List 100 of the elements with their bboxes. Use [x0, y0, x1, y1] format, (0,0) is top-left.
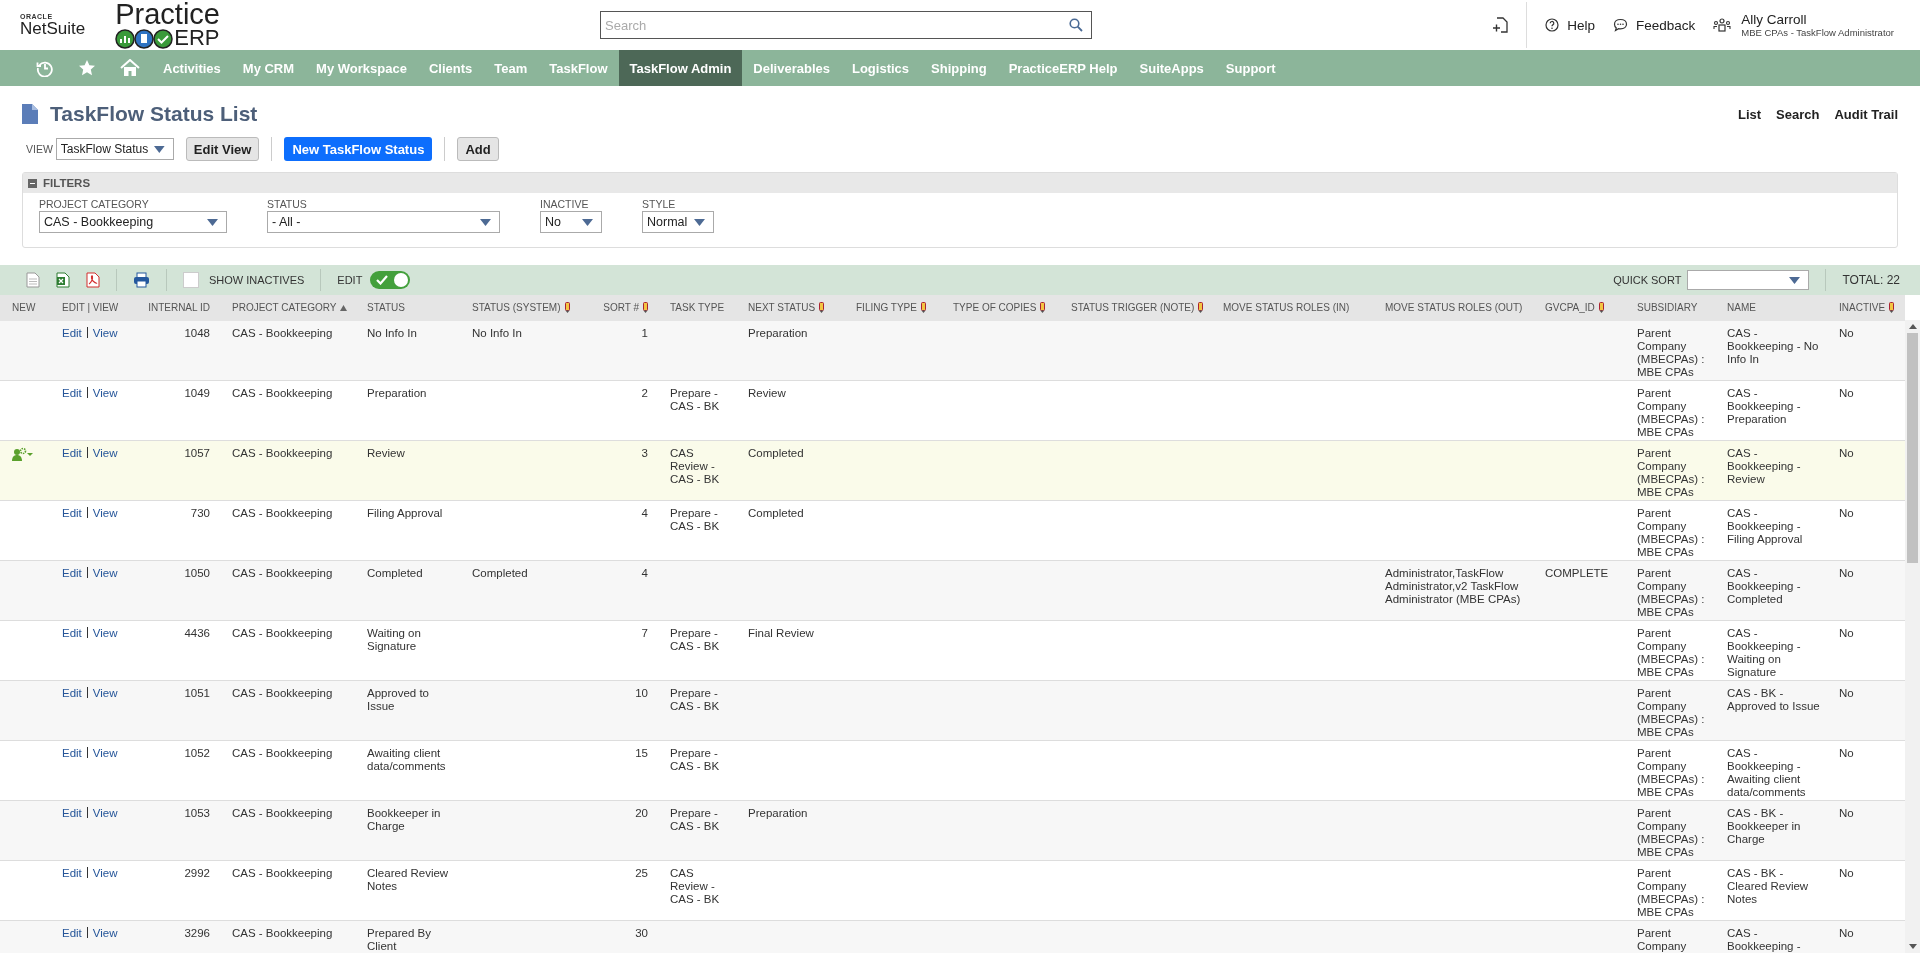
edit-link[interactable]: Edit: [62, 327, 82, 339]
column-label[interactable]: STATUS (SYSTEM): [472, 302, 561, 313]
edit-link[interactable]: Edit: [62, 927, 82, 939]
table-row[interactable]: Edit View 1049 CAS - Bookkeeping Preparation 2 Prepare - CAS - BK Review Parent Company (MBECPAs) : MBE CPAs CAS - Bookkeeping - Preparation No: [0, 380, 1905, 441]
people-icon[interactable]: [1713, 17, 1732, 33]
edit-link[interactable]: Edit: [62, 567, 82, 579]
search-icon[interactable]: [1069, 18, 1083, 32]
print-icon[interactable]: [133, 272, 150, 288]
view-link[interactable]: View: [92, 807, 118, 819]
edit-link[interactable]: Edit: [62, 507, 82, 519]
filter-select[interactable]: No: [540, 211, 602, 233]
edit-link[interactable]: Edit: [62, 747, 82, 759]
table-row[interactable]: Edit View 1057 CAS - Bookkeeping Review 3 CAS Review - CAS - BK Completed Parent Company (MBECPAs) : MBE CPAs CAS - Bookkeeping - Review No: [0, 440, 1905, 501]
view-link[interactable]: View: [92, 687, 118, 699]
caret-icon[interactable]: [207, 218, 218, 226]
view-link[interactable]: View: [92, 747, 118, 759]
table-row[interactable]: Edit View 3296 CAS - Bookkeeping Prepared By Client 30 Parent Company CAS - Bookkeeping - No: [0, 920, 1905, 953]
column-label[interactable]: NAME: [1727, 302, 1756, 313]
table-cell-text: Bookkeeper in Charge: [367, 807, 442, 833]
view-select[interactable]: TaskFlow Status: [55, 138, 174, 160]
page-link[interactable]: Audit Trail: [1834, 106, 1898, 122]
view-link[interactable]: View: [92, 447, 118, 459]
nav-menu-item[interactable]: TaskFlow Admin: [618, 50, 743, 86]
column-label[interactable]: NEW: [12, 302, 36, 313]
edit-link[interactable]: Edit: [62, 387, 82, 399]
column-label[interactable]: PROJECT CATEGORY: [232, 302, 337, 313]
table-cell-text: Prepare - CAS - BK: [670, 627, 721, 653]
table-cell: 4: [641, 507, 648, 520]
feedback-link[interactable]: Feedback: [1612, 17, 1696, 33]
caret-icon[interactable]: [480, 218, 491, 226]
column-label[interactable]: TASK TYPE: [670, 302, 725, 313]
filter-select[interactable]: CAS - Bookkeeping: [39, 211, 227, 233]
view-link[interactable]: View: [92, 867, 118, 879]
column-label[interactable]: STATUS TRIGGER (NOTE): [1071, 302, 1195, 313]
view-link[interactable]: View: [92, 507, 118, 519]
filters-title: FILTERS: [43, 177, 91, 189]
column-label[interactable]: MOVE STATUS ROLES (OUT): [1385, 302, 1523, 313]
edit-toggle[interactable]: [370, 271, 411, 289]
scrollbar[interactable]: [1905, 320, 1920, 953]
filter-select[interactable]: Normal: [642, 211, 714, 233]
column-label[interactable]: EDIT | VIEW: [62, 302, 119, 313]
edit-link[interactable]: Edit: [62, 867, 82, 879]
add-document-icon[interactable]: [1492, 16, 1509, 34]
scrollbar-thumb[interactable]: [1907, 333, 1918, 563]
column-label[interactable]: INTERNAL ID: [148, 302, 210, 313]
column-label[interactable]: GVCPA_ID: [1545, 302, 1595, 313]
view-link[interactable]: View: [92, 327, 118, 339]
column-label[interactable]: TYPE OF COPIES: [953, 302, 1037, 313]
table-row[interactable]: Edit View 730 CAS - Bookkeeping Filing Approval 4 Prepare - CAS - BK Completed Parent Company (MBECPAs) : MBE CPAs CAS - Bookkeeping - Filing Approval No: [0, 500, 1905, 561]
view-link[interactable]: View: [92, 627, 118, 639]
user-name[interactable]: Ally Carroll: [1741, 12, 1894, 27]
edit-link[interactable]: Edit: [62, 627, 82, 639]
show-inactives-checkbox[interactable]: [183, 272, 199, 288]
caret-icon[interactable]: [694, 218, 705, 226]
column-label[interactable]: MOVE STATUS ROLES (IN): [1223, 302, 1350, 313]
column-label[interactable]: FILING TYPE: [856, 302, 917, 313]
column-label[interactable]: SUBSIDIARY: [1637, 302, 1698, 313]
filter-select[interactable]: - All -: [267, 211, 500, 233]
collapse-icon[interactable]: [28, 178, 37, 188]
scroll-up-icon[interactable]: [1908, 324, 1917, 329]
edit-link[interactable]: Edit: [62, 807, 82, 819]
view-link[interactable]: View: [92, 387, 118, 399]
sort-ascending-icon[interactable]: [340, 304, 348, 311]
filter-label: STATUS: [267, 198, 308, 210]
search-field[interactable]: Search: [600, 11, 1092, 39]
column-label[interactable]: INACTIVE: [1839, 302, 1886, 313]
view-link[interactable]: View: [92, 567, 118, 579]
table-row[interactable]: Edit View 1048 CAS - Bookkeeping No Info In No Info In 1 Preparation Parent Company (MBECPAs) : MBE CPAs CAS - Bookkeeping - No Info In No: [0, 320, 1905, 381]
column-label[interactable]: SORT #: [603, 302, 639, 313]
table-cell-text: CAS Review - CAS - BK: [670, 867, 721, 906]
page-link[interactable]: Search: [1776, 106, 1820, 122]
help-icon[interactable]: [1545, 18, 1560, 32]
table-cell: CAS - Bookkeeping: [232, 387, 333, 400]
page-link[interactable]: List: [1737, 106, 1762, 122]
table-row[interactable]: Edit View 1052 CAS - Bookkeeping Awaiting client data/comments 15 Prepare - CAS - BK Parent Company (MBECPAs) : MBE CPAs CAS - Bookkeeping - Awaiting client data/comments No: [0, 740, 1905, 801]
edit-link[interactable]: Edit: [62, 687, 82, 699]
column-label[interactable]: NEXT STATUS: [748, 302, 816, 313]
table-row[interactable]: Edit View 1053 CAS - Bookkeeping Bookkeeper in Charge 20 Prepare - CAS - BK Preparation Parent Company (MBECPAs) : MBE CPAs CAS - BK - Bookkeeper in Charge No: [0, 800, 1905, 861]
caret-icon[interactable]: [582, 218, 593, 226]
person-gear-menu-icon[interactable]: [12, 447, 34, 461]
scroll-down-icon[interactable]: [1908, 944, 1917, 949]
edit-link[interactable]: Edit: [62, 447, 82, 459]
table-row[interactable]: Edit View 4436 CAS - Bookkeeping Waiting on Signature 7 Prepare - CAS - BK Final Review Parent Company (MBECPAs) : MBE CPAs CAS - Bookkeeping - Waiting on Signature No: [0, 620, 1905, 681]
table-row[interactable]: Edit View 1051 CAS - Bookkeeping Approved to Issue 10 Prepare - CAS - BK Parent Company (MBECPAs) : MBE CPAs CAS - BK - Approved to Issue No: [0, 680, 1905, 741]
excel-icon[interactable]: [56, 272, 70, 288]
view-link[interactable]: View: [92, 927, 118, 939]
edit-view-button[interactable]: Edit View: [185, 137, 260, 161]
table-cell: Final Review: [748, 627, 814, 640]
pdf-icon[interactable]: [86, 272, 100, 288]
table-row[interactable]: Edit View 2992 CAS - Bookkeeping Cleared Review Notes 25 CAS Review - CAS - BK Parent Company (MBECPAs) : MBE CPAs CAS - BK - Cleared Review Notes No: [0, 860, 1905, 921]
column-label[interactable]: STATUS: [367, 302, 405, 313]
add-button[interactable]: Add: [457, 137, 499, 161]
caret-icon[interactable]: [1789, 276, 1801, 284]
total-count: TOTAL: 22: [1842, 273, 1900, 287]
table-row[interactable]: [0, 560, 1905, 621]
new-status-button[interactable]: New TaskFlow Status: [284, 137, 433, 161]
table-cell: CAS - Bookkeeping: [232, 807, 333, 820]
caret-icon[interactable]: [154, 145, 165, 153]
help-link[interactable]: Help: [1545, 17, 1595, 33]
speech-bubble-icon[interactable]: [1612, 18, 1628, 32]
